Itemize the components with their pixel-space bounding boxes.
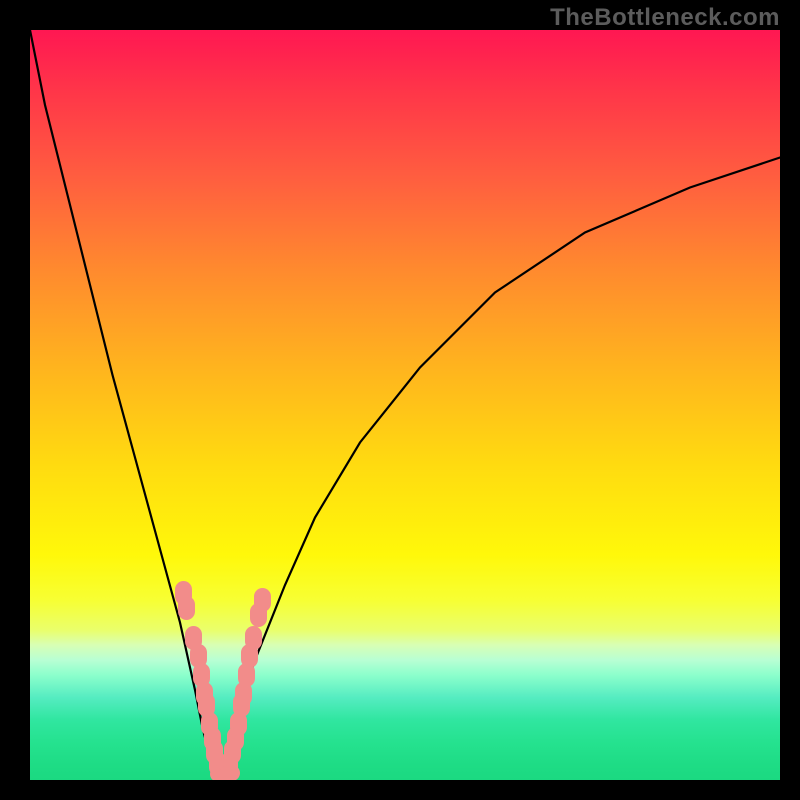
marker-blob	[241, 644, 258, 668]
marker-blob	[250, 603, 267, 627]
marker-blob	[198, 693, 215, 717]
marker-blob	[217, 768, 237, 781]
marker-blob	[178, 596, 195, 620]
marker-blob	[206, 740, 223, 764]
bottleneck-curve	[30, 30, 780, 780]
marker-blob	[227, 727, 244, 751]
marker-blob	[235, 682, 252, 706]
chart-frame: TheBottleneck.com	[0, 0, 800, 800]
curve-svg	[30, 30, 780, 780]
marker-blob	[233, 693, 250, 717]
marker-blob	[185, 626, 202, 650]
plot-area	[30, 30, 780, 780]
marker-blob	[221, 752, 238, 776]
marker-blob	[245, 626, 262, 650]
marker-blob	[175, 581, 192, 605]
marker-blob	[209, 752, 226, 776]
marker-blob	[215, 768, 235, 780]
marker-blob	[254, 588, 271, 612]
marker-blob	[201, 712, 218, 736]
marker-blob	[224, 740, 241, 764]
marker-blob	[193, 663, 210, 687]
marker-blob	[220, 765, 240, 780]
marker-blob	[196, 682, 213, 706]
marker-blob	[212, 759, 229, 780]
marker-blob	[213, 768, 233, 781]
marker-blob	[238, 663, 255, 687]
marker-blob	[190, 644, 207, 668]
marker-blob	[230, 712, 247, 736]
marker-blob	[204, 727, 221, 751]
marker-blob	[210, 766, 230, 780]
watermark-text: TheBottleneck.com	[550, 4, 780, 32]
